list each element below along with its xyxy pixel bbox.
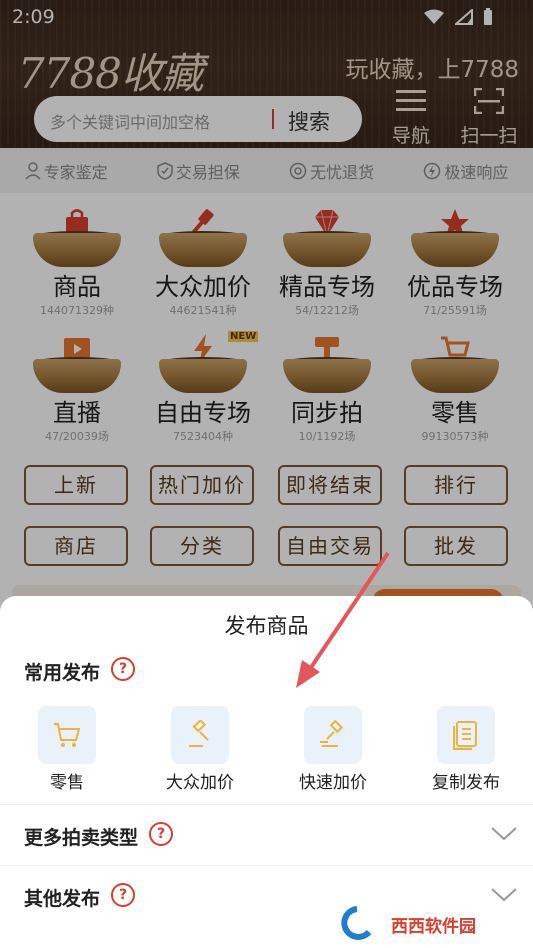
chevron-down-icon (491, 827, 517, 841)
action-label: 零售 (50, 773, 84, 793)
other-publish-title: 其他发布 (24, 888, 101, 910)
help-icon[interactable]: ? (111, 657, 135, 681)
publish-copy-button[interactable]: 复制发布 (411, 706, 521, 793)
chevron-down-icon (491, 888, 517, 902)
watermark-text: 西西软件园 (391, 917, 476, 937)
tile (437, 706, 495, 764)
more-auction-row[interactable]: 更多拍卖类型 ? (0, 805, 533, 865)
publish-public-bid-button[interactable]: 大众加价 (145, 706, 255, 793)
action-label: 复制发布 (432, 773, 500, 793)
action-label: 大众加价 (166, 773, 234, 793)
watermark-logo: 西西软件园 (339, 906, 515, 940)
publish-sheet: 发布商品 常用发布 ? 零售 大众加价 快速加价 复制发布 更多拍卖类型 ? 其… (0, 596, 533, 948)
help-icon[interactable]: ? (111, 883, 135, 907)
publish-retail-button[interactable]: 零售 (12, 706, 122, 793)
tile (304, 706, 362, 764)
cart-icon (54, 723, 81, 747)
publish-fast-bid-button[interactable]: 快速加价 (278, 706, 388, 793)
fast-gavel-icon (320, 720, 344, 747)
tile (171, 706, 229, 764)
sheet-title: 发布商品 (224, 614, 309, 638)
help-icon[interactable]: ? (149, 822, 173, 846)
more-auction-title: 更多拍卖类型 (24, 827, 139, 849)
tile (38, 706, 96, 764)
common-publish-title: 常用发布 (24, 662, 101, 684)
action-label: 快速加价 (299, 773, 367, 793)
copy-icon (453, 721, 477, 750)
gavel-icon (189, 720, 209, 747)
